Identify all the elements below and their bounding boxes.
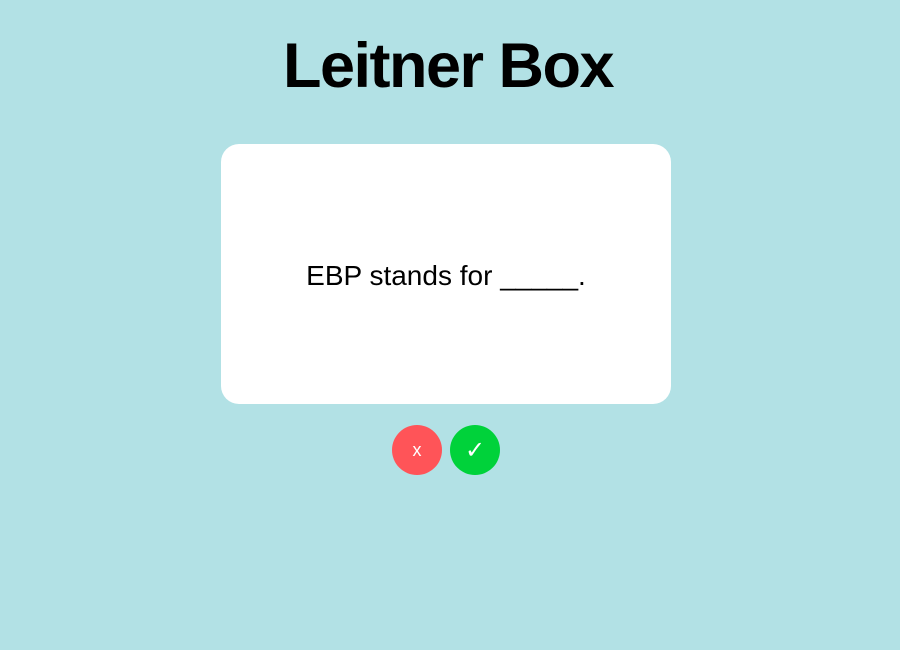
checkmark-icon: ✓ bbox=[464, 436, 486, 464]
leitner-app: Leitner Box EBP stands for _____. x ✓ bbox=[0, 0, 900, 650]
x-icon: x bbox=[412, 439, 422, 460]
flashcard-question: EBP stands for _____. bbox=[306, 260, 586, 291]
correct-answer-button[interactable]: ✓ bbox=[450, 425, 500, 475]
wrong-answer-button[interactable]: x bbox=[392, 425, 442, 475]
page-title: Leitner Box bbox=[282, 31, 615, 101]
flashcard[interactable]: EBP stands for _____. bbox=[221, 144, 671, 404]
